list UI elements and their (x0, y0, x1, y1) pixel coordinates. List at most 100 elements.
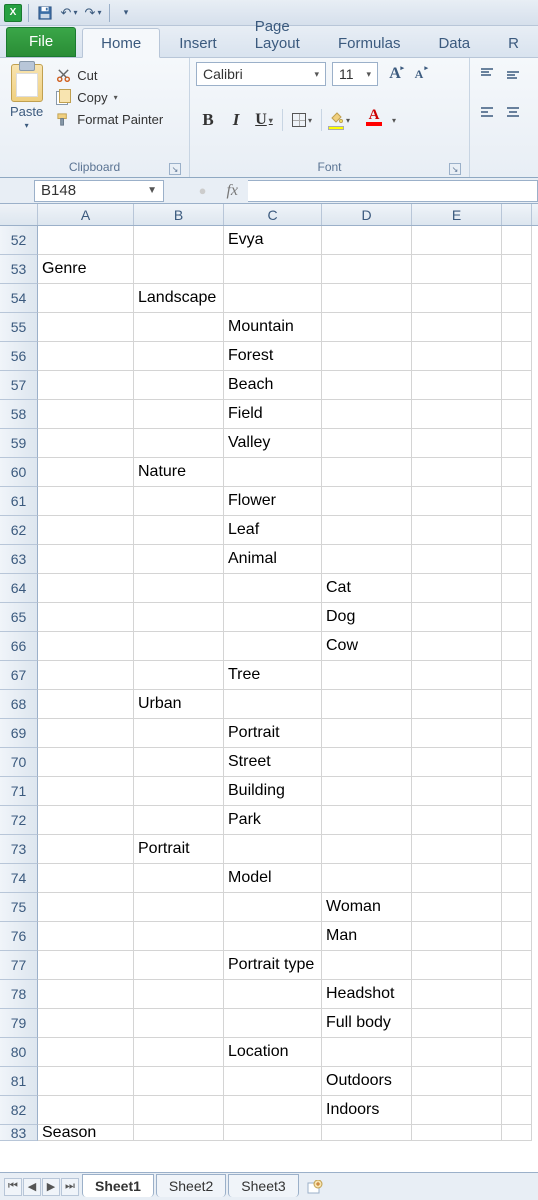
row-header-71[interactable]: 71 (0, 777, 38, 806)
cell-D69[interactable] (322, 719, 412, 748)
cell-E69[interactable] (412, 719, 502, 748)
cell-C78[interactable] (224, 980, 322, 1009)
cell-A80[interactable] (38, 1038, 134, 1067)
row-header-75[interactable]: 75 (0, 893, 38, 922)
font-color-button[interactable]: A (360, 108, 388, 132)
cell-B78[interactable] (134, 980, 224, 1009)
cell-C64[interactable] (224, 574, 322, 603)
cell-B80[interactable] (134, 1038, 224, 1067)
cell[interactable] (502, 1038, 532, 1067)
cell-D57[interactable] (322, 371, 412, 400)
cell-D60[interactable] (322, 458, 412, 487)
new-sheet-button[interactable] (303, 1178, 327, 1196)
cell-B76[interactable] (134, 922, 224, 951)
sheet-nav-first-icon[interactable]: ⏮ (4, 1178, 22, 1196)
cell-C77[interactable]: Portrait type (224, 951, 322, 980)
row-header-77[interactable]: 77 (0, 951, 38, 980)
chevron-down-icon[interactable]: ▾ (392, 116, 396, 125)
cell-A77[interactable] (38, 951, 134, 980)
row-header-56[interactable]: 56 (0, 342, 38, 371)
undo-icon[interactable]: ↶▾ (59, 3, 79, 23)
cell[interactable] (502, 1096, 532, 1125)
row-header-58[interactable]: 58 (0, 400, 38, 429)
tab-insert[interactable]: Insert (160, 28, 236, 57)
chevron-down-icon[interactable]: ▾ (71, 8, 77, 17)
cell-A57[interactable] (38, 371, 134, 400)
cell-E52[interactable] (412, 226, 502, 255)
column-header-D[interactable]: D (322, 204, 412, 225)
row-header-79[interactable]: 79 (0, 1009, 38, 1038)
cell-E76[interactable] (412, 922, 502, 951)
font-name-selector[interactable]: Calibri▾ (196, 62, 326, 86)
row-header-62[interactable]: 62 (0, 516, 38, 545)
cell-A72[interactable] (38, 806, 134, 835)
chevron-down-icon[interactable]: ▾ (366, 69, 371, 80)
cell[interactable] (502, 835, 532, 864)
cell-D66[interactable]: Cow (322, 632, 412, 661)
cell-B71[interactable] (134, 777, 224, 806)
format-painter-button[interactable]: Format Painter (53, 110, 165, 128)
font-size-selector[interactable]: 11▾ (332, 62, 378, 86)
paste-button[interactable]: Paste ▾ (6, 62, 47, 158)
row-header-61[interactable]: 61 (0, 487, 38, 516)
chevron-down-icon[interactable]: ▾ (114, 93, 118, 102)
cell[interactable] (502, 1009, 532, 1038)
row-header-67[interactable]: 67 (0, 661, 38, 690)
cell-D80[interactable] (322, 1038, 412, 1067)
cell[interactable] (502, 1067, 532, 1096)
cell[interactable] (502, 864, 532, 893)
cell-D79[interactable]: Full body (322, 1009, 412, 1038)
customize-qat-icon[interactable]: ▾ (116, 3, 136, 23)
tab-page-layout[interactable]: Page Layout (236, 11, 319, 57)
cell[interactable] (502, 342, 532, 371)
cell-C58[interactable]: Field (224, 400, 322, 429)
cell-B55[interactable] (134, 313, 224, 342)
cell-E55[interactable] (412, 313, 502, 342)
cell-B56[interactable] (134, 342, 224, 371)
cell-C79[interactable] (224, 1009, 322, 1038)
row-header-80[interactable]: 80 (0, 1038, 38, 1067)
cell-E68[interactable] (412, 690, 502, 719)
cell-C61[interactable]: Flower (224, 487, 322, 516)
cell-D54[interactable] (322, 284, 412, 313)
sheet-nav-last-icon[interactable]: ⏭ (61, 1178, 79, 1196)
row-header-82[interactable]: 82 (0, 1096, 38, 1125)
cell-C71[interactable]: Building (224, 777, 322, 806)
cell-A53[interactable]: Genre (38, 255, 134, 284)
cell-E74[interactable] (412, 864, 502, 893)
align-top-button[interactable] (476, 64, 498, 86)
tab-formulas[interactable]: Formulas (319, 28, 420, 57)
cell-E58[interactable] (412, 400, 502, 429)
cell[interactable] (502, 371, 532, 400)
cell-A52[interactable] (38, 226, 134, 255)
cell-A56[interactable] (38, 342, 134, 371)
underline-button[interactable]: U▾ (252, 108, 276, 132)
chevron-down-icon[interactable]: ▼ (147, 185, 157, 196)
cell-B77[interactable] (134, 951, 224, 980)
cell-D64[interactable]: Cat (322, 574, 412, 603)
cell-C80[interactable]: Location (224, 1038, 322, 1067)
cell-E64[interactable] (412, 574, 502, 603)
fx-icon[interactable]: fx (226, 182, 238, 200)
cell-C60[interactable] (224, 458, 322, 487)
row-header-64[interactable]: 64 (0, 574, 38, 603)
cell-D74[interactable] (322, 864, 412, 893)
cell-A82[interactable] (38, 1096, 134, 1125)
cell-E56[interactable] (412, 342, 502, 371)
cell-E59[interactable] (412, 429, 502, 458)
cell-E66[interactable] (412, 632, 502, 661)
cell[interactable] (502, 400, 532, 429)
cell-E54[interactable] (412, 284, 502, 313)
cell-D56[interactable] (322, 342, 412, 371)
cell-A58[interactable] (38, 400, 134, 429)
row-header-78[interactable]: 78 (0, 980, 38, 1009)
cell-D77[interactable] (322, 951, 412, 980)
tab-review[interactable]: R (489, 28, 538, 57)
cell[interactable] (502, 574, 532, 603)
cell-C73[interactable] (224, 835, 322, 864)
row-header-81[interactable]: 81 (0, 1067, 38, 1096)
select-all-corner[interactable] (0, 204, 38, 225)
cell-C63[interactable]: Animal (224, 545, 322, 574)
cell-A79[interactable] (38, 1009, 134, 1038)
copy-button[interactable]: Copy ▾ (53, 88, 165, 106)
